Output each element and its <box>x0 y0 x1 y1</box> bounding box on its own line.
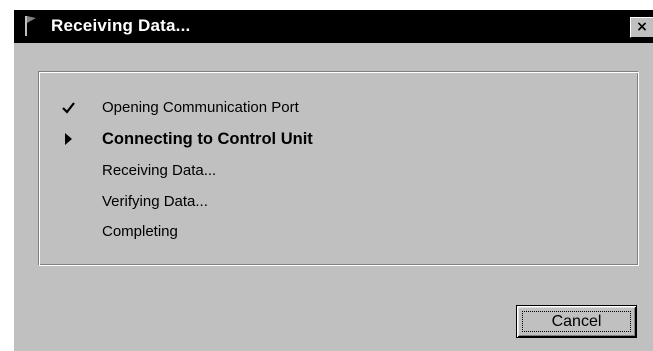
step-verifying: Verifying Data... <box>39 192 629 216</box>
close-icon: × <box>636 19 648 35</box>
step-connecting: Connecting to Control Unit <box>39 129 629 153</box>
cancel-label: Cancel <box>551 313 602 330</box>
arrow-right-icon <box>61 131 77 147</box>
checkmark-icon <box>61 100 77 116</box>
step-receiving: Receiving Data... <box>39 161 629 185</box>
step-label: Connecting to Control Unit <box>102 130 313 148</box>
title-bar[interactable]: Receiving Data... × <box>14 10 653 43</box>
flag-icon <box>23 15 39 37</box>
step-completing: Completing <box>39 222 629 246</box>
window-title: Receiving Data... <box>51 16 191 35</box>
step-opening-port: Opening Communication Port <box>39 98 629 122</box>
step-label: Completing <box>102 223 178 240</box>
step-label: Verifying Data... <box>102 193 208 210</box>
close-button[interactable]: × <box>630 17 653 38</box>
dialog-window: Receiving Data... × Opening Communicatio… <box>14 10 653 351</box>
cancel-button[interactable]: Cancel <box>516 305 637 338</box>
step-label: Receiving Data... <box>102 162 217 179</box>
step-label: Opening Communication Port <box>102 99 299 116</box>
progress-steps-panel: Opening Communication Port Connecting to… <box>38 71 639 266</box>
